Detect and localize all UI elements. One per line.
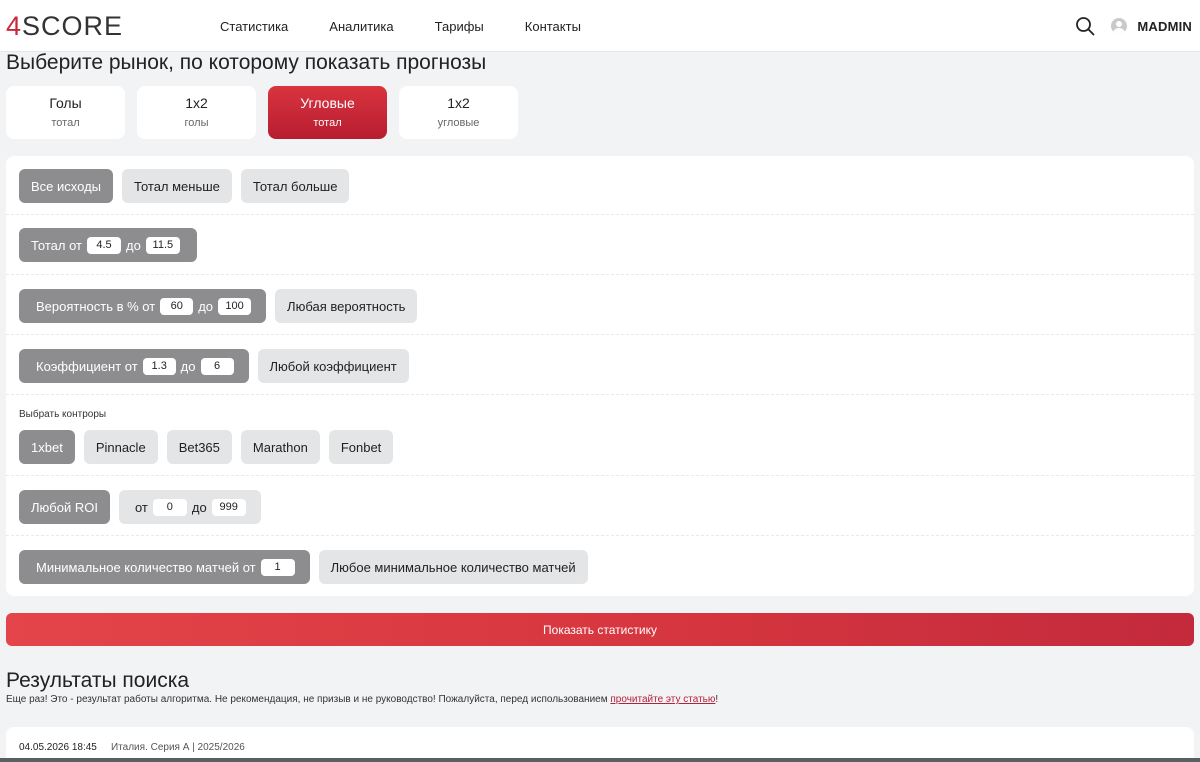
filter-row-outcomes: Все исходы Тотал меньше Тотал больше (6, 156, 1194, 215)
bottom-edge-bar (0, 758, 1200, 762)
nav-item-tariffs[interactable]: Тарифы (435, 18, 484, 36)
total-over-button[interactable]: Тотал больше (240, 169, 350, 203)
total-range-group: Тотал от 4.5 до 11.5 (19, 228, 206, 262)
roi-group: Любой ROI от 0 до 999 (19, 490, 270, 524)
logo[interactable]: 4SCORE (6, 11, 123, 41)
coefficient-to-input[interactable]: 6 (200, 357, 234, 375)
market-card-title: Голы (49, 95, 82, 111)
main-nav: Статистика Аналитика Тарифы Контакты (220, 18, 622, 36)
market-card-subtitle: тотал (51, 117, 80, 129)
market-card-title: Угловые (300, 95, 355, 111)
disclaimer-text: Еще раз! Это - результат работы алгоритм… (6, 694, 611, 705)
market-card-1x2-corners[interactable]: 1x2 угловые (399, 86, 518, 139)
probability-range-pill[interactable]: Вероятность в % от 60 до 100 (19, 289, 267, 323)
min-matches-group: Минимальное количество матчей от 1 Любое… (19, 550, 597, 584)
total-from-label: Тотал от (31, 237, 83, 253)
total-range-pill[interactable]: Тотал от 4.5 до 11.5 (19, 228, 197, 262)
bookmaker-1xbet[interactable]: 1xbet (19, 430, 75, 464)
show-statistics-button[interactable]: Показать статистику (6, 613, 1194, 646)
total-under-button[interactable]: Тотал меньше (122, 169, 232, 203)
any-min-matches-button[interactable]: Любое минимальное количество матчей (318, 550, 588, 584)
min-matches-pill[interactable]: Минимальное количество матчей от 1 (19, 550, 310, 584)
bookmaker-fonbet[interactable]: Fonbet (328, 430, 394, 464)
market-card-subtitle: голы (184, 117, 209, 129)
coefficient-from-label: Коэффициент от (36, 358, 138, 374)
coefficient-from-input[interactable]: 1.3 (142, 357, 176, 375)
top-header: 4SCORE Статистика Аналитика Тарифы Конта… (0, 0, 1200, 52)
filter-row-bookmakers: Выбрать контроры 1xbet Pinnacle Bet365 M… (6, 395, 1194, 476)
nav-item-analytics[interactable]: Аналитика (329, 18, 393, 36)
market-selector: Голы тотал 1x2 голы Угловые тотал 1x2 уг… (6, 86, 530, 139)
page-title: Выберите рынок, по которому показать про… (6, 51, 487, 74)
min-matches-label: Минимальное количество матчей от (36, 559, 256, 575)
bookmaker-bet365[interactable]: Bet365 (166, 430, 232, 464)
roi-to-input[interactable]: 999 (211, 498, 246, 516)
probability-from-label: Вероятность в % от (36, 298, 156, 314)
bookmaker-marathon[interactable]: Marathon (240, 430, 320, 464)
bookmaker-pills: 1xbet Pinnacle Bet365 Marathon Fonbet (19, 430, 402, 464)
roi-from-label: от (134, 499, 148, 515)
market-card-1x2-goals[interactable]: 1x2 голы (137, 86, 256, 139)
probability-group: Вероятность в % от 60 до 100 Любая вероя… (19, 289, 426, 323)
search-icon[interactable] (1075, 16, 1095, 36)
market-card-subtitle: угловые (437, 117, 480, 129)
coefficient-to-label: до (180, 358, 196, 374)
any-roi-button[interactable]: Любой ROI (19, 490, 110, 524)
filter-row-min-matches: Минимальное количество матчей от 1 Любое… (6, 536, 1194, 596)
results-disclaimer: Еще раз! Это - результат работы алгоритм… (6, 693, 718, 706)
outcome-pills: Все исходы Тотал меньше Тотал больше (19, 169, 358, 203)
roi-to-label: до (191, 499, 207, 515)
avatar-icon[interactable] (1111, 18, 1128, 34)
total-to-label: до (126, 237, 141, 253)
results-title: Результаты поиска (6, 669, 190, 692)
filter-row-coefficient: Коэффициент от 1.3 до 6 Любой коэффициен… (6, 335, 1194, 395)
match-league: Италия. Серия А | 2025/2026 (111, 742, 245, 753)
username[interactable]: MADMIN (1137, 19, 1192, 34)
min-matches-input[interactable]: 1 (260, 558, 295, 576)
bookmakers-label: Выбрать контроры (19, 409, 107, 420)
market-card-goals-total[interactable]: Голы тотал (6, 86, 125, 139)
header-user-area: MADMIN (1075, 16, 1192, 36)
bookmaker-pinnacle[interactable]: Pinnacle (83, 430, 158, 464)
market-card-title: 1x2 (185, 95, 208, 111)
logo-accent: 4 (6, 11, 23, 41)
any-coefficient-button[interactable]: Любой коэффициент (257, 349, 409, 383)
market-card-subtitle: тотал (313, 117, 342, 129)
nav-item-contacts[interactable]: Контакты (525, 18, 581, 36)
coefficient-range-pill[interactable]: Коэффициент от 1.3 до 6 (19, 349, 249, 383)
disclaimer-end: ! (715, 694, 719, 705)
match-datetime: 04.05.2026 18:45 (19, 742, 97, 753)
filter-row-total: Тотал от 4.5 до 11.5 (6, 215, 1194, 275)
logo-text: SCORE (22, 11, 124, 41)
filter-row-probability: Вероятность в % от 60 до 100 Любая вероя… (6, 275, 1194, 335)
read-article-link[interactable]: прочитайте эту статью (610, 694, 715, 705)
coefficient-group: Коэффициент от 1.3 до 6 Любой коэффициен… (19, 349, 418, 383)
result-card[interactable]: 04.05.2026 18:45 Италия. Серия А | 2025/… (6, 727, 1194, 762)
probability-from-input[interactable]: 60 (160, 297, 194, 315)
filter-panel: Все исходы Тотал меньше Тотал больше Тот… (6, 156, 1194, 596)
probability-to-input[interactable]: 100 (218, 297, 252, 315)
nav-item-statistics[interactable]: Статистика (220, 18, 288, 36)
filter-row-roi: Любой ROI от 0 до 999 (6, 476, 1194, 536)
roi-from-input[interactable]: 0 (152, 498, 187, 516)
all-outcomes-button[interactable]: Все исходы (19, 169, 114, 203)
market-card-corners-total[interactable]: Угловые тотал (268, 86, 387, 139)
probability-to-label: до (198, 298, 214, 314)
total-from-input[interactable]: 4.5 (87, 236, 122, 254)
total-to-input[interactable]: 11.5 (145, 236, 180, 254)
market-card-title: 1x2 (447, 95, 470, 111)
roi-range-pill[interactable]: от 0 до 999 (118, 490, 261, 524)
any-probability-button[interactable]: Любая вероятность (275, 289, 418, 323)
